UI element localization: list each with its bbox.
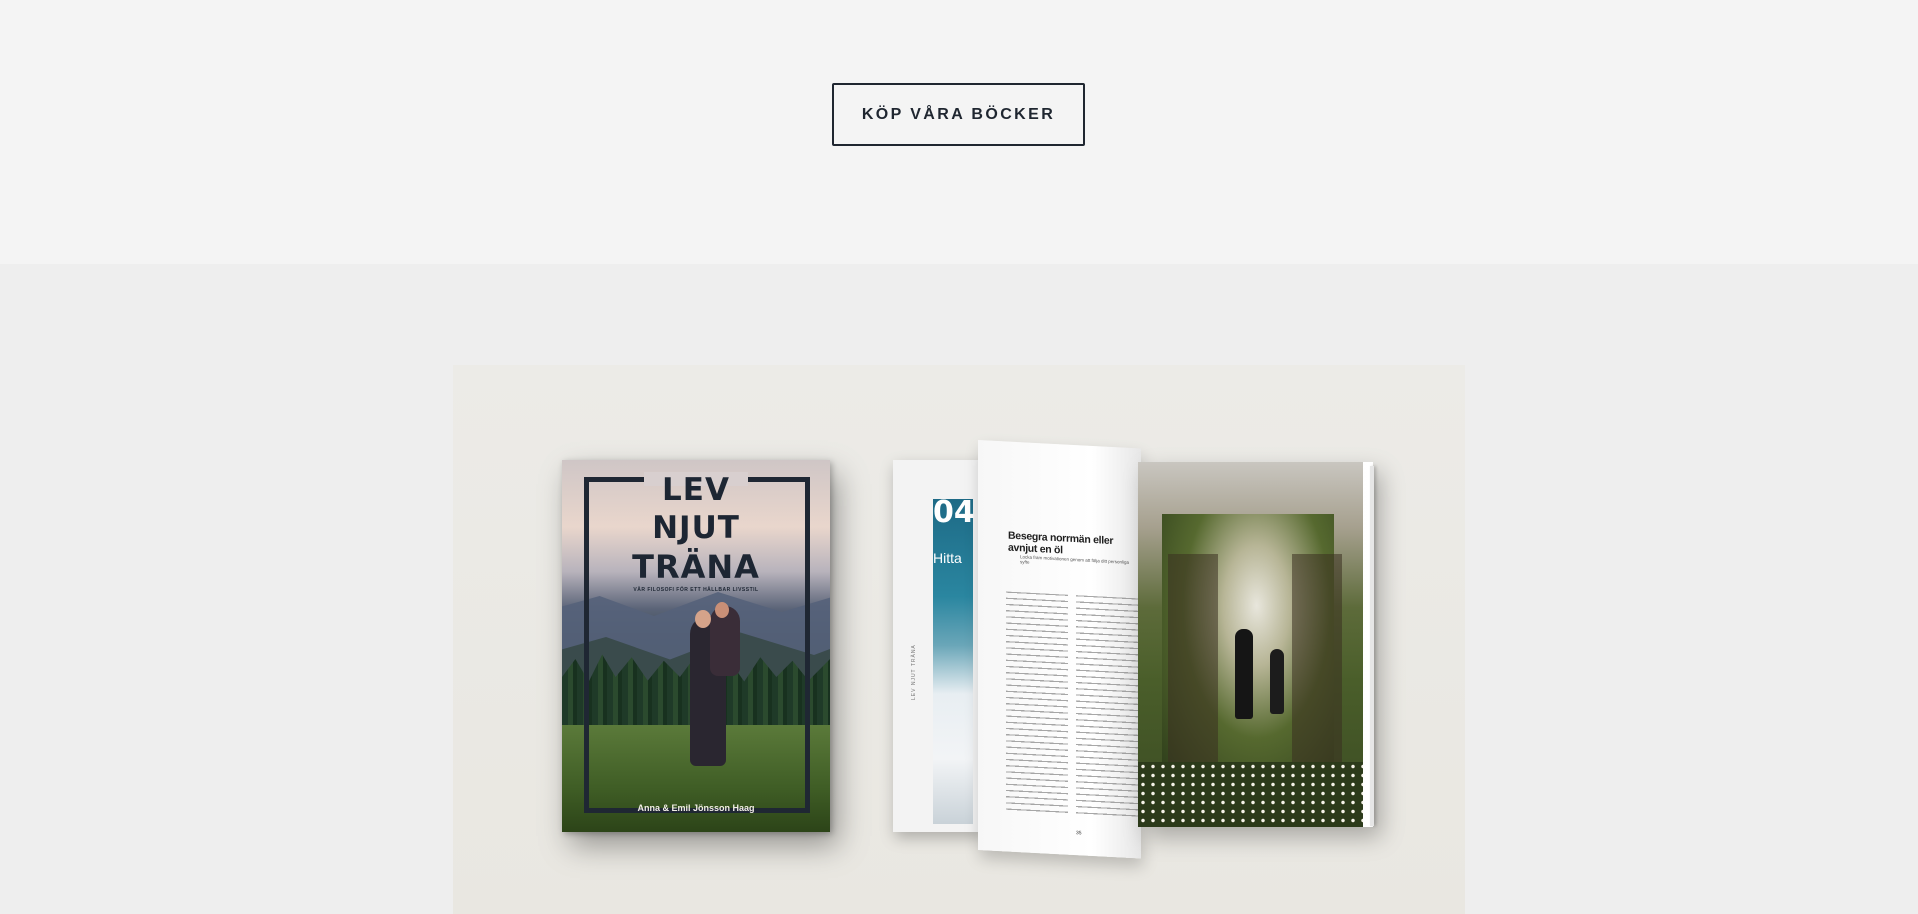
cover-subtitle: VÅR FILOSOFI FÖR ETT HÅLLBAR LIVSSTIL (633, 587, 759, 593)
back-page: 04 Hitta LEV NJUT TRÄNA (893, 460, 983, 832)
photo-flowers (1138, 762, 1363, 827)
cover-title-line: LEV (662, 472, 730, 508)
back-page-photo (933, 499, 973, 824)
photo-tree (1292, 554, 1342, 774)
text-column (1076, 595, 1138, 819)
text-column (1006, 591, 1068, 815)
chapter-heading: Hitta (933, 550, 962, 566)
chapter-number: 04 (933, 495, 975, 530)
right-page (1138, 462, 1373, 827)
books-mockup-image: LEV NJUT TRÄNA VÅR FILOSOFI FÖR ETT HÅLL… (453, 365, 1465, 914)
spine-text: LEV NJUT TRÄNA (911, 644, 917, 700)
open-book: 04 Hitta LEV NJUT TRÄNA Besegra norrmän … (893, 440, 1383, 859)
left-page: Besegra norrmän eller avnjut en öl Locka… (978, 440, 1141, 859)
runners-photo (1162, 514, 1342, 776)
page-edge (1370, 466, 1374, 826)
photo-tree (1168, 554, 1218, 774)
page-number: 35 (1076, 830, 1082, 837)
photo-runner (1235, 629, 1253, 719)
photo-runner (1270, 649, 1284, 714)
cover-title-line: TRÄNA (632, 548, 760, 586)
cover-title-line: NJUT (652, 510, 740, 546)
top-section: KÖP VÅRA BÖCKER (0, 0, 1918, 264)
cover-authors: Anna & Emil Jönsson Haag (637, 803, 755, 813)
book-cover: LEV NJUT TRÄNA VÅR FILOSOFI FÖR ETT HÅLL… (562, 460, 830, 832)
buy-books-button[interactable]: KÖP VÅRA BÖCKER (832, 83, 1085, 146)
